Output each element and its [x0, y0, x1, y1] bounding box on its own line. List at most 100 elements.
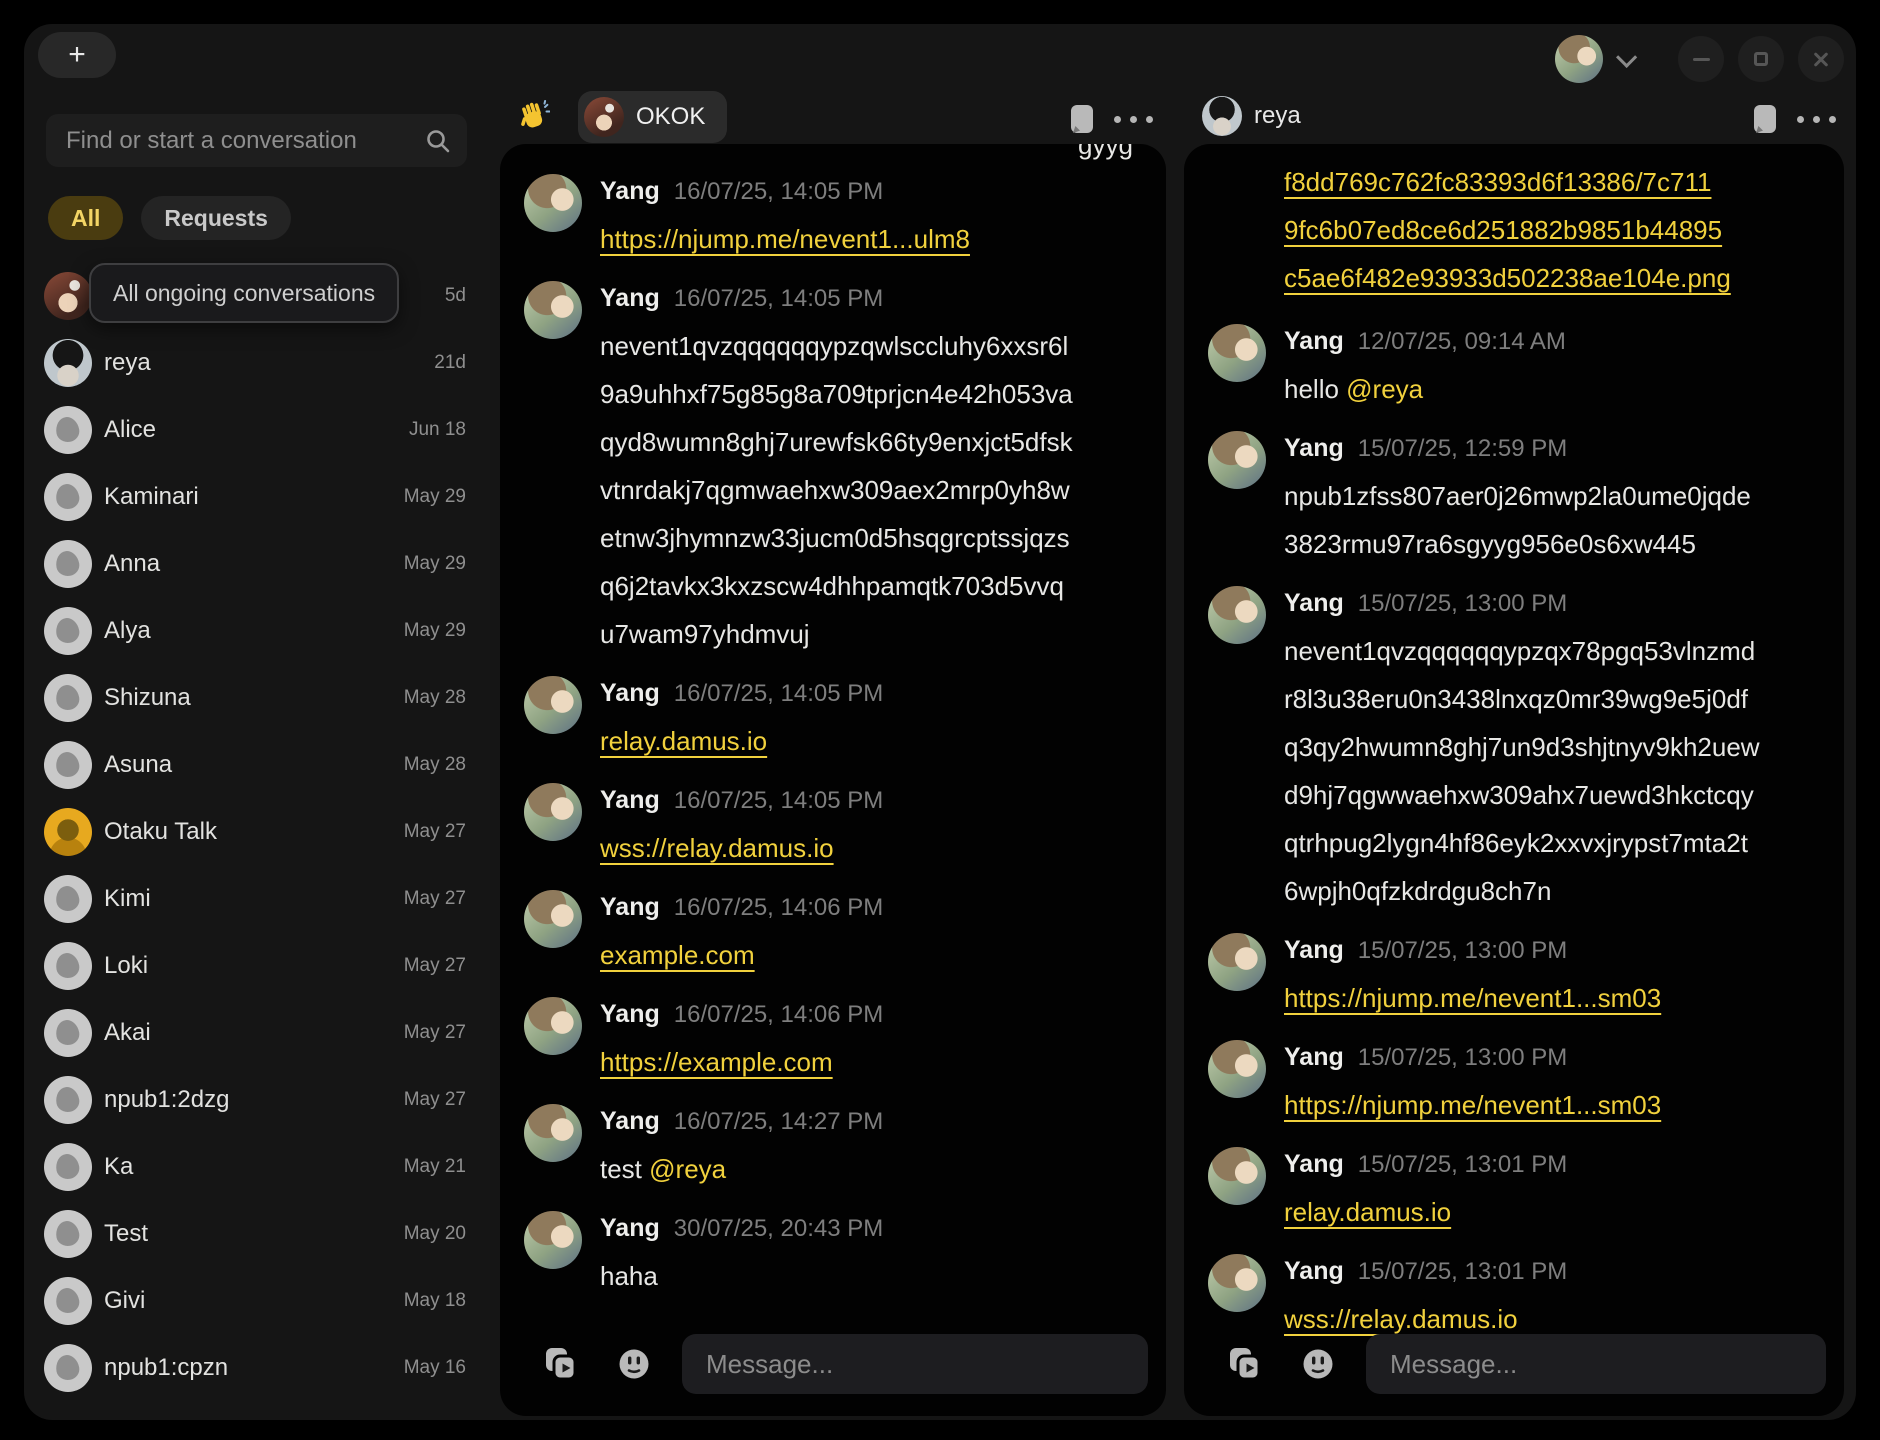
avatar[interactable]	[1208, 586, 1266, 644]
list-item[interactable]: Alice Jun 18	[36, 396, 468, 463]
avatar	[44, 674, 92, 722]
conversation-name: reya	[104, 349, 434, 377]
list-item[interactable]: Kaminari May 29	[36, 463, 468, 530]
message-list: f8dd769c762fc83393d6f13386/7c711 9fc6b07…	[1184, 144, 1844, 1416]
avatar[interactable]	[524, 783, 582, 841]
message-sender: Yang	[600, 890, 660, 924]
list-item[interactable]: Otaku Talk May 27	[36, 798, 468, 865]
attach-media-button[interactable]	[1226, 1345, 1264, 1383]
message-link[interactable]: relay.damus.io	[600, 726, 767, 756]
conversation-timestamp: May 29	[404, 486, 468, 508]
message-link[interactable]: https://njump.me/nevent1...sm03	[1284, 983, 1661, 1013]
list-item[interactable]: Anna May 29	[36, 530, 468, 597]
conversation-name: Shizuna	[104, 684, 404, 712]
search-input[interactable]	[46, 127, 425, 155]
list-item[interactable]: Loki May 27	[36, 932, 468, 999]
message-content: relay.damus.io	[1284, 1188, 1567, 1236]
new-conversation-button[interactable]: +	[38, 32, 116, 78]
avatar[interactable]	[1208, 431, 1266, 489]
chat-title: reya	[1254, 102, 1301, 130]
message-sender: Yang	[600, 676, 660, 710]
message-list: Yang 16/07/25, 14:05 PM https://njump.me…	[500, 144, 1166, 1416]
message-sender: Yang	[1284, 1147, 1344, 1181]
message-input[interactable]	[682, 1334, 1148, 1394]
list-item[interactable]: reya 21d	[36, 329, 468, 396]
conversation-name: Kaminari	[104, 483, 404, 511]
close-button[interactable]	[1798, 36, 1844, 82]
list-item[interactable]: Ka May 21	[36, 1133, 468, 1200]
message-input[interactable]	[1366, 1334, 1826, 1394]
avatar[interactable]	[524, 1211, 582, 1269]
avatar[interactable]	[1208, 324, 1266, 382]
list-item[interactable]: Akai May 27	[36, 999, 468, 1066]
close-icon	[1812, 50, 1830, 68]
mention-link[interactable]: @reya	[1346, 374, 1423, 404]
message-content: https://njump.me/nevent1...ulm8	[600, 215, 970, 263]
avatar	[44, 406, 92, 454]
tab-all[interactable]: All	[48, 196, 123, 240]
message-sender: Yang	[600, 281, 660, 315]
tab-requests[interactable]: Requests	[141, 196, 291, 240]
account-avatar[interactable]	[1555, 35, 1603, 83]
message-content: test @reya	[600, 1145, 883, 1193]
emoji-button[interactable]	[616, 1346, 652, 1382]
minimize-button[interactable]	[1678, 36, 1724, 82]
message-sender: Yang	[1284, 586, 1344, 620]
list-item[interactable]: Test May 20	[36, 1200, 468, 1267]
left-chat-note-button[interactable]	[1068, 103, 1096, 138]
message: Yang 16/07/25, 14:05 PM nevent1qvzqqqqqq…	[524, 281, 1148, 658]
clipped-link-message[interactable]: f8dd769c762fc83393d6f13386/7c711 9fc6b07…	[1284, 158, 1762, 302]
avatar[interactable]	[524, 676, 582, 734]
avatar[interactable]	[1208, 1254, 1266, 1312]
conversation-timestamp: Jun 18	[409, 419, 468, 441]
list-item[interactable]: npub1:2dzg May 27	[36, 1066, 468, 1133]
list-item[interactable]: Shizuna May 28	[36, 664, 468, 731]
avatar[interactable]	[524, 1104, 582, 1162]
emoji-button[interactable]	[1300, 1346, 1336, 1382]
right-chat-header[interactable]: reya	[1202, 96, 1301, 136]
message-link[interactable]: relay.damus.io	[1284, 1197, 1451, 1227]
message: Yang 16/07/25, 14:05 PM relay.damus.io	[524, 676, 1148, 765]
message-link[interactable]: https://njump.me/nevent1...sm03	[1284, 1090, 1661, 1120]
list-item[interactable]: Asuna May 28	[36, 731, 468, 798]
avatar[interactable]	[524, 281, 582, 339]
message-timestamp: 12/07/25, 09:14 AM	[1358, 325, 1566, 359]
message-link[interactable]: example.com	[600, 940, 755, 970]
right-chat-note-button[interactable]	[1751, 103, 1779, 138]
message-sender: Yang	[1284, 1040, 1344, 1074]
message-link[interactable]: wss://relay.damus.io	[1284, 1304, 1518, 1334]
avatar[interactable]	[1208, 1147, 1266, 1205]
message-link[interactable]: https://njump.me/nevent1...ulm8	[600, 224, 970, 254]
clipped-message-fragment: gyyg	[1078, 144, 1133, 161]
attach-media-button[interactable]	[542, 1345, 580, 1383]
mention-link[interactable]: @reya	[649, 1154, 726, 1184]
message-link[interactable]: wss://relay.damus.io	[600, 833, 834, 863]
avatar[interactable]	[1208, 1040, 1266, 1098]
message-link[interactable]: c5ae6f482e93933d502238ae104e.png	[1284, 254, 1762, 302]
composer	[1208, 1334, 1826, 1394]
right-chat-more-button[interactable]	[1797, 116, 1836, 123]
message-link[interactable]: 9fc6b07ed8ce6d251882b9851b44895	[1284, 206, 1762, 254]
message-link[interactable]: https://example.com	[600, 1047, 833, 1077]
avatar	[44, 1344, 92, 1392]
list-item[interactable]: Givi May 18	[36, 1267, 468, 1334]
conversation-name: Anna	[104, 550, 404, 578]
message: Yang 15/07/25, 13:00 PM https://njump.me…	[1208, 933, 1826, 1022]
emoji-icon	[616, 1346, 652, 1382]
avatar[interactable]	[524, 174, 582, 232]
list-item[interactable]: Alya May 29	[36, 597, 468, 664]
message-sender: Yang	[1284, 324, 1344, 358]
maximize-button[interactable]	[1738, 36, 1784, 82]
message-link[interactable]: f8dd769c762fc83393d6f13386/7c711	[1284, 158, 1762, 206]
avatar[interactable]	[524, 997, 582, 1055]
left-chat-more-button[interactable]	[1114, 116, 1153, 123]
list-item[interactable]: npub1:cpzn May 16	[36, 1334, 468, 1401]
avatar[interactable]	[1208, 933, 1266, 991]
list-item[interactable]: Kimi May 27	[36, 865, 468, 932]
chat-title: OKOK	[636, 103, 705, 131]
avatar[interactable]	[524, 890, 582, 948]
message: Yang 15/07/25, 13:01 PM wss://relay.damu…	[1208, 1254, 1826, 1343]
active-chat-pill[interactable]: OKOK	[578, 91, 727, 143]
more-icon	[1797, 116, 1804, 123]
chevron-down-icon[interactable]	[1616, 46, 1637, 67]
